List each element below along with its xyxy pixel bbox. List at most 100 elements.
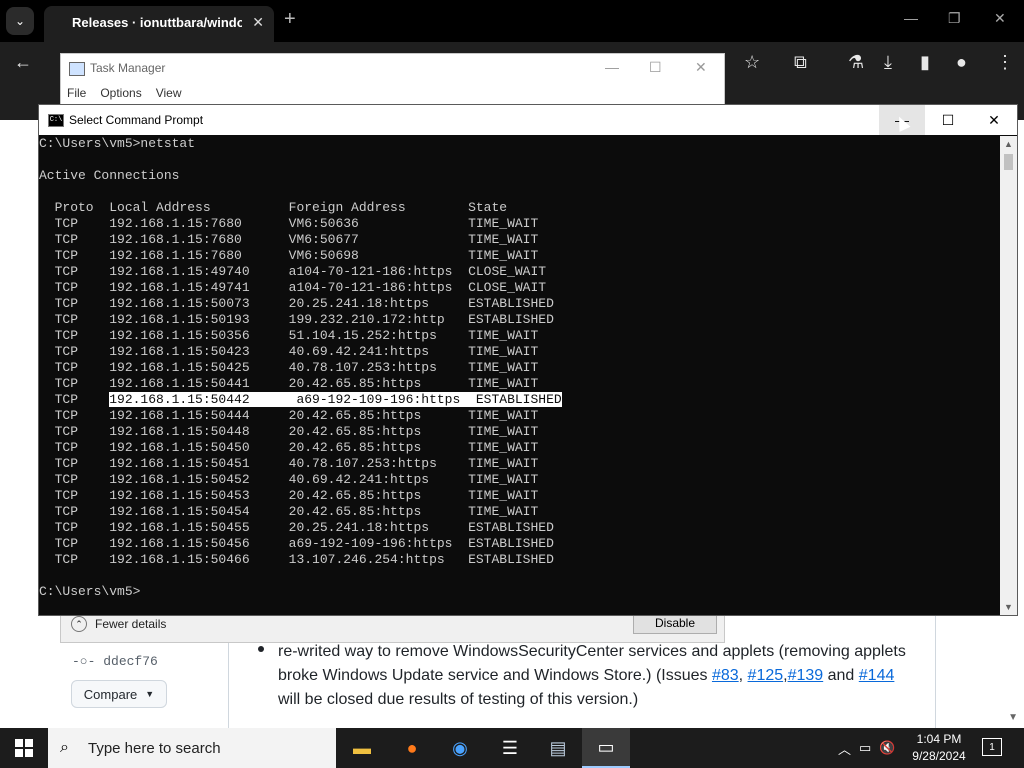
issue-link-139[interactable]: #139	[788, 667, 824, 684]
menu-kebab-icon[interactable]: ⋮	[996, 52, 1014, 73]
cmd-taskbar-icon[interactable]: ▭	[582, 728, 630, 768]
tm-minimize-button[interactable]: —	[605, 59, 619, 75]
list-app-icon[interactable]: ☰	[486, 728, 534, 768]
new-tab-button[interactable]: +	[284, 8, 296, 31]
cmd-close-button[interactable]: ✕	[971, 105, 1017, 135]
console-line: TCP 192.168.1.15:49741 a104-70-121-186:h…	[39, 280, 547, 295]
system-tray: ︿ ▭ 🔇	[838, 728, 896, 768]
console-line: C:\Users\vm5>netstat	[39, 136, 196, 151]
bookmark-star-icon[interactable]: ☆	[744, 52, 760, 73]
menu-view[interactable]: View	[156, 86, 182, 100]
download-icon[interactable]: ⤓	[884, 52, 892, 73]
console-line: TCP 192.168.1.15:50456 a69-192-109-196:h…	[39, 536, 554, 551]
console-line: TCP 192.168.1.15:50466 13.107.246.254:ht…	[39, 552, 554, 567]
clock-time: 1:04 PM	[916, 732, 962, 746]
cmd-title: Select Command Prompt	[69, 113, 204, 127]
console-line: TCP 192.168.1.15:7680 VM6:50636 TIME_WAI…	[39, 216, 539, 231]
issue-link-83[interactable]: #83	[712, 667, 739, 684]
cmd-scrollbar[interactable]: ▲ ▼	[1000, 136, 1017, 615]
compare-label: Compare	[83, 686, 138, 702]
cmd-output[interactable]: C:\Users\vm5>netstat Active Connections P…	[39, 136, 999, 600]
scrollbar-thumb[interactable]	[1004, 154, 1013, 170]
search-icon: ⌕	[60, 739, 69, 756]
fewer-details-label: Fewer details	[95, 617, 167, 631]
console-line: TCP 192.168.1.15:50455 20.25.241.18:http…	[39, 520, 554, 535]
browser-restore-button[interactable]: ❐	[948, 10, 961, 27]
task-manager-title: Task Manager	[90, 61, 166, 75]
labs-flask-icon[interactable]: ⚗	[848, 52, 864, 73]
command-prompt-window[interactable]: C:\ Select Command Prompt — ☐ ✕ C:\Users…	[38, 104, 1018, 616]
taskbar-search-box[interactable]: ⌕ Type here to search	[48, 728, 336, 768]
cmd-titlebar[interactable]: C:\ Select Command Prompt — ☐ ✕	[39, 105, 1017, 135]
console-line: TCP 192.168.1.15:50356 51.104.15.252:htt…	[39, 328, 539, 343]
firefox-icon[interactable]: ●	[388, 728, 436, 768]
notification-icon[interactable]: 1	[982, 738, 1002, 756]
task-manager-window[interactable]: Task Manager — ☐ ✕ File Options View	[60, 53, 725, 105]
issue-link-144[interactable]: #144	[859, 667, 895, 684]
tab-title: Releases · ionuttbara/windows	[72, 15, 242, 30]
console-line: TCP 192.168.1.15:50193 199.232.210.172:h…	[39, 312, 554, 327]
caret-down-icon: ▼	[145, 689, 155, 699]
back-arrow-icon[interactable]: ←	[14, 52, 32, 73]
console-line: TCP 192.168.1.15:49740 a104-70-121-186:h…	[39, 264, 547, 279]
fewer-details-button[interactable]: ⌃ Fewer details	[71, 616, 166, 632]
issue-link-125[interactable]: #125	[748, 667, 784, 684]
volume-muted-icon[interactable]: 🔇	[879, 740, 895, 756]
console-line: TCP 192.168.1.15:50453 20.42.65.85:https…	[39, 488, 539, 503]
scroll-down-icon[interactable]: ▼	[1004, 602, 1013, 612]
console-line: C:\Users\vm5>	[39, 584, 141, 599]
commit-hash[interactable]: -○- ddecf76	[72, 654, 158, 669]
console-line: Proto Local Address Foreign Address Stat…	[39, 200, 508, 215]
task-manager-menu: File Options View	[67, 86, 182, 100]
page-divider	[935, 615, 936, 728]
clock-date: 9/28/2024	[912, 749, 966, 763]
start-button[interactable]	[0, 728, 48, 768]
tab-close-icon[interactable]: ✕	[252, 14, 264, 31]
windows-taskbar: ⌕ Type here to search ▬ ● ◉ ☰ ▤ ▭ ︿ ▭ 🔇 …	[0, 728, 1024, 768]
tab-search-dropdown[interactable]: ⌄	[6, 7, 34, 35]
cmd-maximize-button[interactable]: ☐	[925, 105, 971, 135]
collapse-chevron-icon: ⌃	[71, 616, 87, 632]
console-line: TCP 192.168.1.15:7680 VM6:50698 TIME_WAI…	[39, 248, 539, 263]
console-line: TCP 192.168.1.15:50073 20.25.241.18:http…	[39, 296, 554, 311]
scroll-up-icon[interactable]: ▲	[1004, 139, 1013, 149]
cmd-console[interactable]: C:\Users\vm5>netstat Active Connections P…	[39, 136, 999, 615]
and-text: and	[823, 667, 859, 684]
release-note-item: re-writed way to remove WindowsSecurityC…	[278, 643, 906, 708]
page-scroll-down-icon[interactable]: ▼	[1008, 712, 1018, 723]
file-explorer-icon[interactable]: ▬	[338, 728, 386, 768]
console-line: TCP 192.168.1.15:50425 40.78.107.253:htt…	[39, 360, 539, 375]
extensions-icon[interactable]: ⧉	[794, 52, 807, 73]
task-manager-footer: ⌃ Fewer details Disable	[60, 612, 725, 643]
menu-options[interactable]: Options	[100, 86, 141, 100]
console-line: TCP 192.168.1.15:50451 40.78.107.253:htt…	[39, 456, 539, 471]
profile-avatar-icon[interactable]: ●	[956, 52, 967, 73]
browser-close-button[interactable]: ✕	[994, 10, 1006, 27]
taskbar-clock[interactable]: 1:04 PM 9/28/2024	[904, 731, 974, 765]
compare-button[interactable]: Compare ▼	[71, 680, 167, 708]
chevron-up-icon[interactable]: ︿	[838, 739, 851, 758]
console-line: TCP 192.168.1.15:50448 20.42.65.85:https…	[39, 424, 539, 439]
network-icon[interactable]: ▭	[859, 740, 871, 756]
console-line: TCP 192.168.1.15:7680 VM6:50677 TIME_WAI…	[39, 232, 539, 247]
console-line: TCP 192.168.1.15:50454 20.42.65.85:https…	[39, 504, 539, 519]
console-line: TCP 192.168.1.15:50441 20.42.65.85:https…	[39, 376, 539, 391]
chrome-icon[interactable]: ◉	[436, 728, 484, 768]
browser-minimize-button[interactable]: —	[904, 10, 918, 26]
tm-maximize-button[interactable]: ☐	[649, 59, 662, 76]
browser-tab[interactable]: Releases · ionuttbara/windows ✕	[44, 6, 274, 42]
tm-close-button[interactable]: ✕	[695, 59, 707, 76]
task-manager-taskbar-icon[interactable]: ▤	[534, 728, 582, 768]
cmd-icon: C:\	[48, 114, 64, 127]
list-bullet	[258, 646, 264, 652]
console-line-prefix: TCP	[39, 392, 110, 407]
menu-file[interactable]: File	[67, 86, 86, 100]
task-manager-icon	[69, 62, 85, 76]
console-line: Active Connections	[39, 168, 180, 183]
side-panel-icon[interactable]: ▮	[920, 52, 930, 73]
windows-logo-icon	[15, 739, 33, 757]
selected-text-highlight[interactable]: 192.168.1.15:50442 a69-192-109-196:https…	[109, 392, 562, 407]
